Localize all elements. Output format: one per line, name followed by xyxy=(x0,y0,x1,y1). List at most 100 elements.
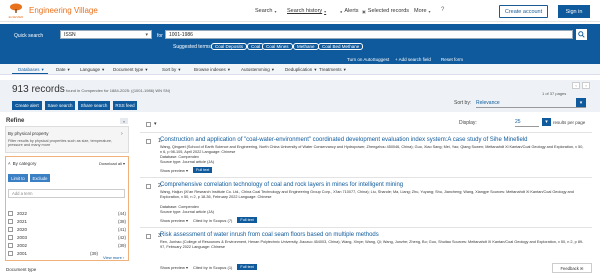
result-database: Database: Compendex xyxy=(160,205,199,209)
facet-year-2001[interactable]: 2001 (39) xyxy=(8,250,98,257)
add-term-input[interactable]: Add a term xyxy=(8,189,125,198)
category-head[interactable]: ˄ By category xyxy=(8,161,36,166)
chevron-right-icon: › xyxy=(122,255,125,260)
nav-search[interactable]: Search ▾ xyxy=(255,8,276,14)
autosuggest-toggle[interactable]: Turn on AutoSuggest xyxy=(347,57,389,62)
create-account-button[interactable]: Create account xyxy=(499,5,548,18)
refine-title: Refine xyxy=(6,118,25,124)
checkbox[interactable] xyxy=(8,211,13,216)
checkbox[interactable] xyxy=(146,121,151,127)
limit-to-button[interactable]: Limit to xyxy=(8,174,28,182)
results-found-in: found in Compendex for 1884-2025: ((1001… xyxy=(66,88,171,93)
filter-date[interactable]: Date ▾ xyxy=(56,67,70,73)
result-authors: Wang, Qingwei (School of Earth Science a… xyxy=(160,145,584,154)
chip-methane[interactable]: Methane xyxy=(293,43,319,50)
search-input[interactable]: 1001-1986 xyxy=(165,30,573,39)
result-title[interactable]: Risk assessment of water inrush from coa… xyxy=(160,232,379,238)
chevron-down-icon: ▾ xyxy=(227,67,231,72)
checkbox[interactable] xyxy=(8,235,13,240)
active-underline xyxy=(12,73,48,74)
collapse-icon[interactable]: « xyxy=(120,118,128,124)
brand-name[interactable]: Engineering Village xyxy=(29,6,98,15)
result-title[interactable]: Construction and application of "coal-wa… xyxy=(160,137,527,143)
chevron-down-icon: ▾ xyxy=(145,31,148,38)
filter-treatments[interactable]: Treatments ▾ xyxy=(319,67,346,73)
nav-more[interactable]: More ▾ xyxy=(414,8,431,14)
cited-by-link[interactable]: Cited by in Scopus (1) xyxy=(193,265,232,270)
create-alert-button[interactable]: Create alert xyxy=(12,101,42,110)
sign-in-button[interactable]: Sign in xyxy=(558,5,590,18)
exclude-button[interactable]: Exclude xyxy=(30,174,50,182)
divider xyxy=(140,177,592,178)
full-text-button[interactable]: Full text xyxy=(237,264,257,270)
add-search-field-link[interactable]: + Add search field xyxy=(395,57,431,62)
select-all[interactable]: ▾ xyxy=(146,121,157,127)
nav-alerts[interactable]: ● Alerts xyxy=(340,8,358,14)
view-more-link[interactable]: View more › xyxy=(103,255,124,260)
result-database: Database: Compendex xyxy=(160,155,199,159)
elsevier-logo[interactable]: ELSEVIER xyxy=(6,3,26,19)
show-preview-link[interactable]: Show preview ▾ xyxy=(160,218,188,223)
facet-year-2021[interactable]: 2021 (38) xyxy=(8,218,126,225)
download-all-link[interactable]: Download all ▾ xyxy=(99,161,125,166)
filter-deduplication[interactable]: Deduplication ▾ xyxy=(285,67,317,73)
chevron-down-icon: ▾ xyxy=(271,67,275,72)
filter-language[interactable]: Language ▾ xyxy=(80,67,104,73)
sort-select[interactable]: Relevance ▾ xyxy=(476,98,586,108)
filter-autostemming[interactable]: Autostemming ▾ xyxy=(241,67,274,73)
checkbox[interactable] xyxy=(146,233,151,239)
checkbox[interactable] xyxy=(8,251,13,256)
chevron-down-icon: ▾ xyxy=(123,161,126,166)
chevron-down-icon: ▾ xyxy=(324,8,327,14)
result-links: Show preview ▾ Cited by in Scopus (7) Fu… xyxy=(160,217,257,223)
chevron-down-icon[interactable]: ▾ xyxy=(542,118,551,126)
reset-form-link[interactable]: Reset form xyxy=(441,57,463,62)
chip-coal-bed-methane[interactable]: Coal Bed Methane xyxy=(318,43,364,50)
nav-selected-records[interactable]: ▣ Selected records xyxy=(362,8,409,14)
chevron-right-icon: › xyxy=(121,131,123,137)
checkbox[interactable] xyxy=(146,138,151,144)
bell-icon: ● xyxy=(340,8,343,14)
share-search-button[interactable]: Share search xyxy=(78,101,110,110)
chevron-down-icon: ▾ xyxy=(178,67,181,72)
rss-feed-button[interactable]: RSS feed xyxy=(113,101,137,110)
logo-word: ELSEVIER xyxy=(8,15,24,19)
facet-year-2002[interactable]: 2002 (39) xyxy=(8,242,126,249)
cited-by-link[interactable]: Cited by in Scopus (7) xyxy=(193,218,232,223)
show-preview-link[interactable]: Show preview ▾ xyxy=(160,265,188,270)
full-text-button[interactable]: Full text xyxy=(237,217,257,223)
search-field-select[interactable]: ISSN ▾ xyxy=(60,30,152,39)
chevron-down-icon: ▾ xyxy=(428,8,431,14)
save-search-button[interactable]: Save search xyxy=(45,101,75,110)
facet-year-2022[interactable]: 2022 (44) xyxy=(8,210,126,217)
result-source-type: Source type: Journal article (JA) xyxy=(160,210,215,214)
suggested-terms-label: Suggested terms: xyxy=(173,44,213,50)
chevron-left-icon: ‹ xyxy=(575,83,577,88)
chip-coal-mines[interactable]: Coal Mines xyxy=(262,43,293,50)
checkbox[interactable] xyxy=(146,183,151,189)
nav-search-history[interactable]: Search history ▾ xyxy=(287,8,326,14)
filter-sort-by[interactable]: Sort by ▾ xyxy=(162,67,181,73)
checkbox[interactable] xyxy=(8,243,13,248)
filter-browse-indexes[interactable]: Browse indexes ▾ xyxy=(194,67,230,73)
prev-page-button[interactable]: ‹ xyxy=(572,82,580,89)
facet-year-2020[interactable]: 2020 (41) xyxy=(8,226,126,233)
filter-document-type[interactable]: Document type ▾ xyxy=(113,67,148,73)
document-type-head[interactable]: Document type xyxy=(6,267,36,272)
result-links: Show preview ▾ Full text xyxy=(160,167,213,173)
result-title[interactable]: Comprehensive correlation technology of … xyxy=(160,182,403,188)
next-page-button[interactable]: › xyxy=(582,82,590,89)
search-button[interactable] xyxy=(576,29,587,40)
feedback-button[interactable]: Feedback ✉ xyxy=(552,263,592,273)
chevron-down-icon: ▾ xyxy=(576,98,586,107)
checkbox[interactable] xyxy=(8,227,13,232)
folder-icon: ▣ xyxy=(362,8,366,14)
help-icon[interactable]: ? xyxy=(441,7,444,13)
full-text-button[interactable]: Full text xyxy=(193,167,213,173)
chip-coal-deposits[interactable]: Coal Deposits xyxy=(211,43,248,50)
facet-year-2003[interactable]: 2003 (42) xyxy=(8,234,126,241)
chevron-down-icon: ▾ xyxy=(145,67,148,72)
show-preview-link[interactable]: Show preview ▾ xyxy=(160,168,188,173)
display-select[interactable]: 25 xyxy=(515,118,539,127)
checkbox[interactable] xyxy=(8,219,13,224)
